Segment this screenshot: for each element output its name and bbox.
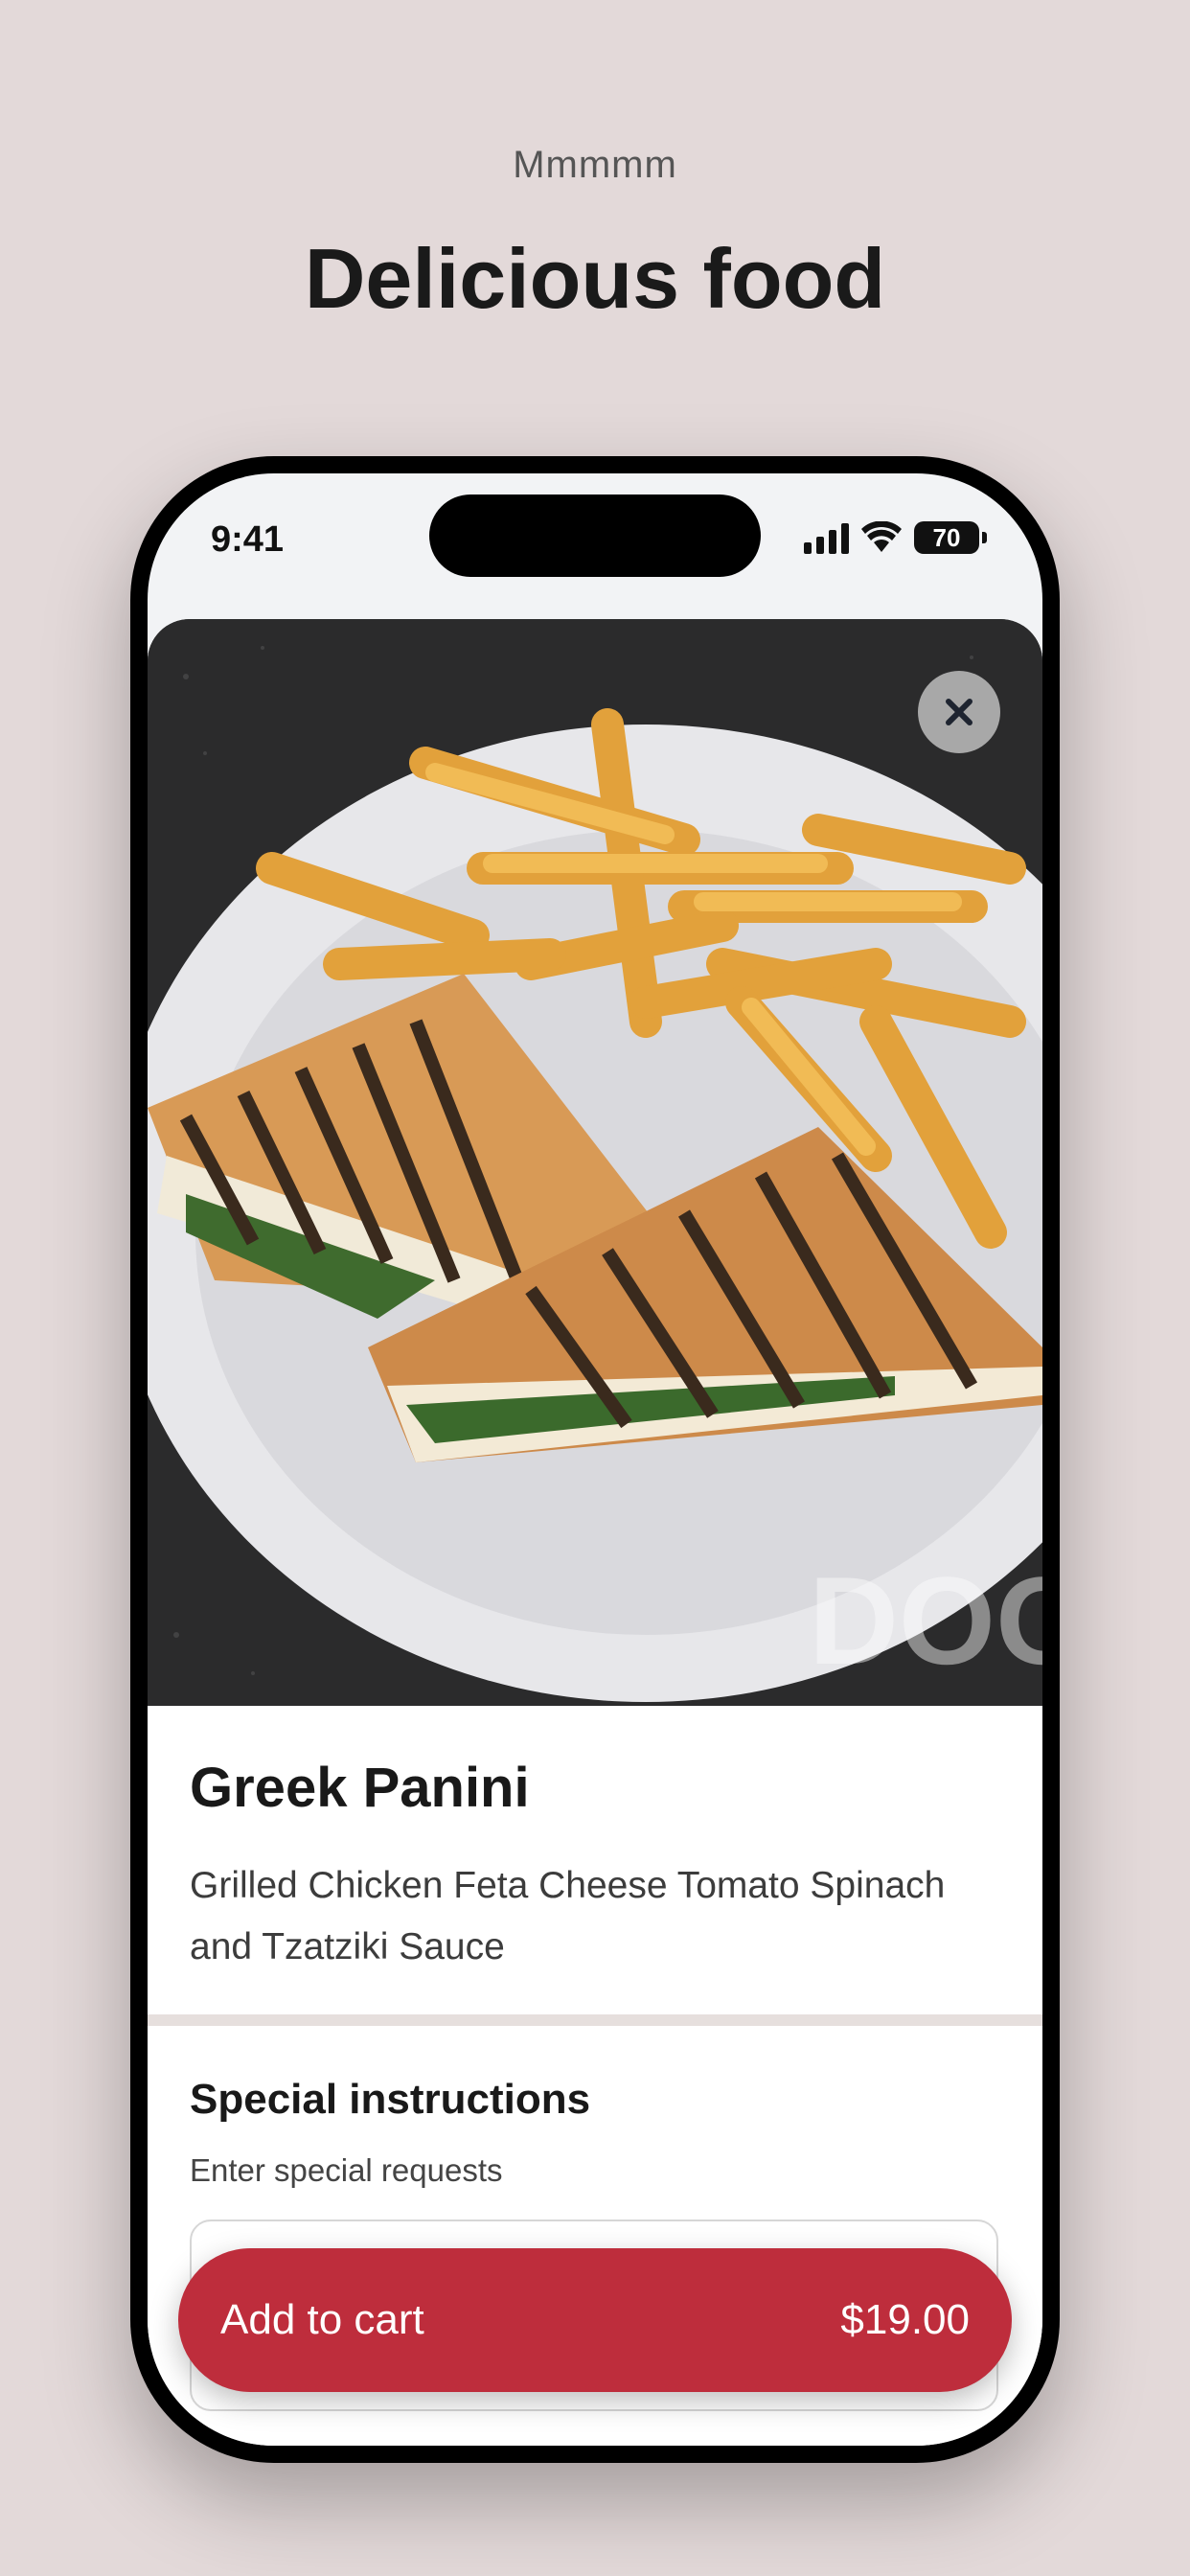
battery-icon: 70 bbox=[914, 521, 987, 554]
phone-screen: 9:41 70 DO Greek Panini Grilled Chicken … bbox=[148, 473, 1042, 2446]
status-icons: 70 bbox=[804, 521, 987, 554]
section-divider bbox=[148, 2014, 1042, 2026]
watermark-text: DOO bbox=[809, 1551, 1042, 1690]
cart-price: $19.00 bbox=[840, 2296, 970, 2343]
item-title: Greek Panini bbox=[190, 1757, 530, 1819]
cellular-signal-icon bbox=[804, 521, 849, 554]
close-icon bbox=[946, 699, 973, 725]
special-instructions-title: Special instructions bbox=[190, 2076, 591, 2123]
add-to-cart-button[interactable]: Add to cart $19.00 bbox=[178, 2248, 1012, 2392]
item-description: Grilled Chicken Feta Cheese Tomato Spina… bbox=[190, 1865, 946, 1967]
promo-eyebrow: Mmmmm bbox=[513, 144, 677, 186]
status-time: 9:41 bbox=[211, 519, 285, 560]
food-photo: DOO bbox=[148, 619, 1042, 1706]
close-button[interactable] bbox=[918, 671, 1000, 753]
wifi-icon bbox=[861, 521, 902, 552]
special-instructions-subtitle: Enter special requests bbox=[190, 2152, 503, 2188]
dynamic-island bbox=[429, 494, 761, 577]
item-sheet: DOO Greek Panini Grilled Chicken Feta Ch… bbox=[148, 619, 1042, 2446]
promo-headline: Delicious food bbox=[304, 231, 886, 326]
add-to-cart-label: Add to cart bbox=[220, 2296, 424, 2343]
food-photo-illustration: DOO bbox=[148, 619, 1042, 1706]
promo-page: Mmmmm Delicious food 9:41 70 DO Greek Pa… bbox=[0, 0, 1190, 2576]
phone-frame: 9:41 70 DO Greek Panini Grilled Chicken … bbox=[130, 456, 1060, 2463]
